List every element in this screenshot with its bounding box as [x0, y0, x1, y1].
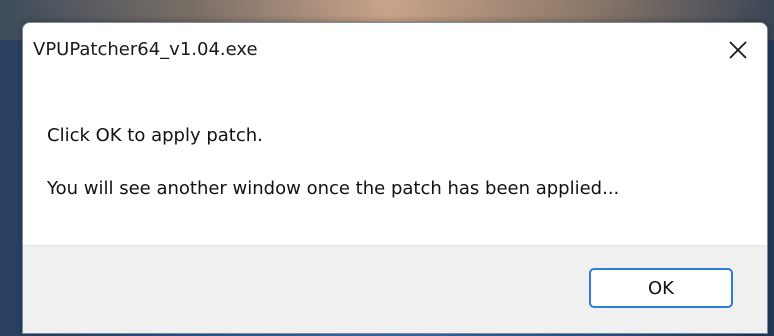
dialog-content: Click OK to apply patch. You will see an… — [23, 77, 767, 247]
dialog-footer: OK — [23, 245, 767, 333]
close-icon — [729, 41, 747, 59]
ok-button[interactable]: OK — [589, 268, 733, 308]
message-dialog: VPUPatcher64_v1.04.exe Click OK to apply… — [22, 22, 768, 334]
message-line-2: You will see another window once the pat… — [47, 178, 620, 199]
window-title: VPUPatcher64_v1.04.exe — [33, 39, 258, 60]
close-button[interactable] — [721, 33, 755, 67]
title-bar[interactable]: VPUPatcher64_v1.04.exe — [23, 23, 767, 77]
message-line-1: Click OK to apply patch. — [47, 125, 263, 146]
